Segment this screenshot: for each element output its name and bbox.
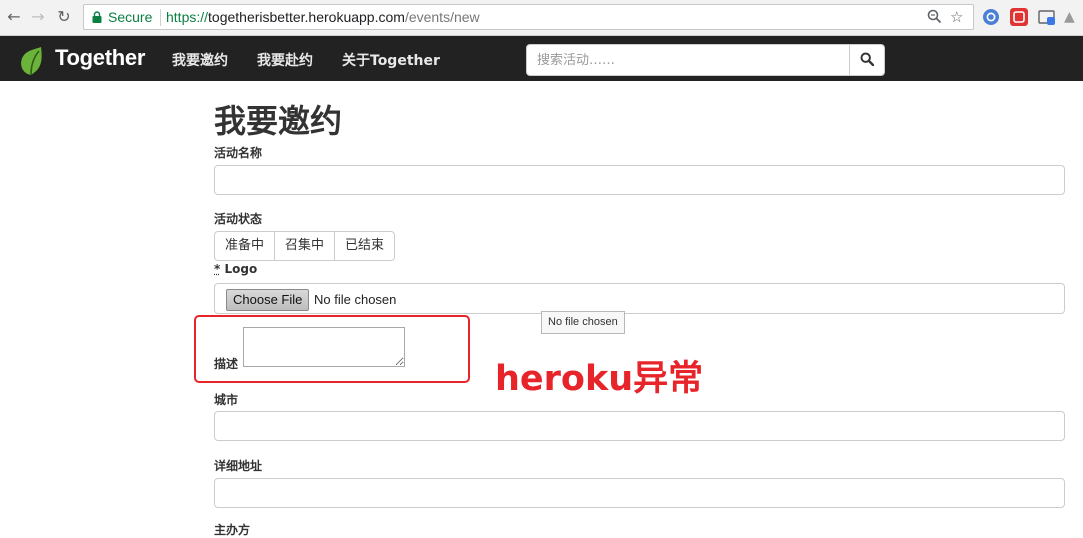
star-icon[interactable]: ☆	[950, 8, 963, 26]
activity-name-label: 活动名称	[214, 144, 262, 161]
city-label: 城市	[214, 391, 238, 408]
share-ext-icon[interactable]: ▲	[1064, 8, 1075, 26]
choose-file-button[interactable]: Choose File	[226, 289, 309, 311]
brand-name[interactable]: Together	[55, 45, 145, 71]
description-label: 描述	[214, 355, 238, 372]
logo-file-field: Choose File No file chosen	[214, 283, 1065, 314]
reload-icon[interactable]: ↻	[54, 7, 74, 27]
nav-link-invite[interactable]: 我要邀约	[172, 50, 228, 70]
logo-label-text: Logo	[224, 262, 257, 276]
forward-arrow-icon[interactable]: →	[28, 7, 48, 27]
organizer-label: 主办方	[214, 521, 250, 538]
status-gathering-button[interactable]: 召集中	[274, 231, 335, 261]
address-input[interactable]	[214, 478, 1065, 508]
no-file-chosen-text: No file chosen	[314, 292, 396, 307]
required-mark: *	[214, 262, 220, 276]
url-path: /events/new	[405, 9, 480, 25]
back-arrow-icon[interactable]: ←	[4, 7, 24, 27]
file-tooltip: No file chosen	[541, 311, 625, 334]
url-host: togetherisbetter.herokuapp.com	[208, 9, 405, 25]
activity-name-input[interactable]	[214, 165, 1065, 195]
chrome-ext-icon[interactable]	[982, 8, 1000, 26]
status-button-group: 准备中 召集中 已结束	[214, 231, 395, 261]
activity-status-label: 活动状态	[214, 210, 262, 227]
description-textarea[interactable]	[243, 327, 405, 367]
url-scheme: https://	[166, 9, 208, 25]
status-preparing-button[interactable]: 准备中	[214, 231, 275, 261]
site-navbar: Together 我要邀约 我要赴约 关于Together	[0, 36, 1083, 81]
url-text[interactable]: https://togetherisbetter.herokuapp.com/e…	[166, 9, 480, 25]
address-label: 详细地址	[214, 457, 262, 474]
nav-link-attend[interactable]: 我要赴约	[257, 50, 313, 70]
logo-label: * Logo	[214, 262, 257, 276]
address-bar[interactable]: Secure https://togetherisbetter.herokuap…	[83, 4, 974, 30]
search-input[interactable]	[526, 44, 850, 76]
nav-link-about[interactable]: 关于Together	[342, 50, 440, 70]
lock-icon	[92, 11, 102, 23]
zoom-icon[interactable]	[927, 9, 942, 28]
city-input[interactable]	[214, 411, 1065, 441]
search-icon	[860, 52, 874, 66]
cast-ext-icon[interactable]	[1038, 8, 1056, 26]
heroku-error-annotation: heroku异常	[495, 350, 703, 401]
status-ended-button[interactable]: 已结束	[334, 231, 395, 261]
page-title: 我要邀约	[214, 96, 342, 142]
browser-toolbar: ← → ↻ Secure https://togetherisbetter.he…	[0, 0, 1083, 36]
leaf-logo-icon[interactable]	[18, 46, 44, 76]
search-button[interactable]	[849, 44, 885, 76]
secure-label: Secure	[108, 9, 152, 25]
omnibox-divider	[160, 9, 161, 26]
red-ext-icon[interactable]	[1010, 8, 1028, 26]
